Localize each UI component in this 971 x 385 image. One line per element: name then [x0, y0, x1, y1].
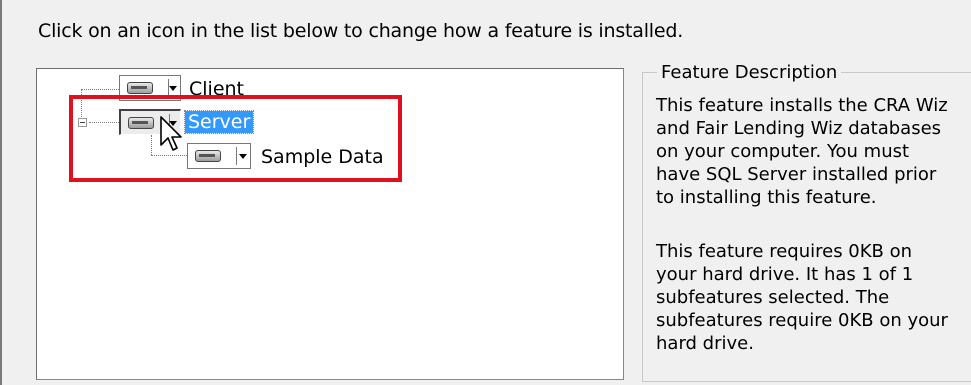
- feature-description-title: Feature Description: [657, 62, 842, 83]
- highlight-annotation: [69, 95, 402, 182]
- feature-selection-dialog: Click on an icon in the list below to ch…: [0, 0, 971, 385]
- drive-icon: [127, 82, 153, 94]
- feature-size-text: This feature requires 0KB on your hard d…: [656, 241, 948, 354]
- instruction-text: Click on an icon in the list below to ch…: [38, 20, 684, 42]
- feature-description-text: This feature installs the CRA Wiz and Fa…: [656, 95, 948, 208]
- dropdown-arrow-icon: [169, 86, 177, 91]
- mouse-cursor-icon: [160, 116, 182, 151]
- tree-connector: [81, 89, 119, 90]
